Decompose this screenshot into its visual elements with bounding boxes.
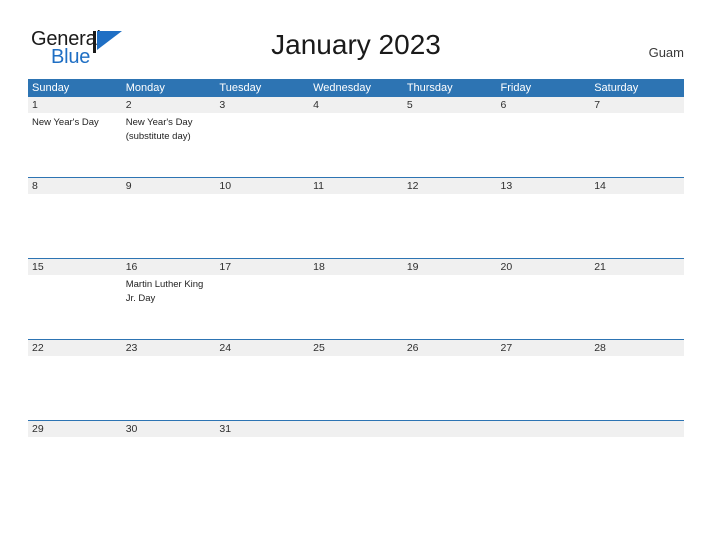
day-number: 17 xyxy=(219,261,232,273)
day-number: 9 xyxy=(125,180,132,192)
calendar-day-cell[interactable]: 25 xyxy=(309,340,403,421)
calendar-week-row: 1 New Year's Day 2 New Year's Day (substitut… xyxy=(28,97,684,178)
calendar-day-cell[interactable]: 21 xyxy=(590,259,684,340)
day-events: New Year's Day (substitute day) xyxy=(126,116,218,143)
day-number: 15 xyxy=(32,261,44,273)
calendar-day-cell[interactable]: 17 xyxy=(215,259,309,340)
calendar-grid: Sunday Monday Tuesday Wednesday Thursday… xyxy=(28,79,684,502)
holiday-label: Jr. Day xyxy=(125,292,156,304)
calendar-week-row: 22 23 24 25 26 27 28 xyxy=(28,339,684,421)
calendar-week-row: 8 9 10 11 12 13 14 xyxy=(28,177,684,259)
calendar-day-cell[interactable]: 22 xyxy=(28,340,122,421)
calendar-day-cell[interactable]: 30 xyxy=(122,421,216,502)
calendar-day-cell[interactable]: 7 xyxy=(590,97,684,178)
calendar-week-row: 15 16 Martin Luther King Jr. Day 17 18 19 20 21 xyxy=(28,258,684,340)
calendar-day-cell-empty xyxy=(403,421,497,502)
weekday-header-saturday: Saturday xyxy=(594,82,639,94)
day-number: 25 xyxy=(313,342,325,354)
calendar-day-cell-empty xyxy=(590,421,684,502)
calendar-day-cell-empty xyxy=(497,421,591,502)
calendar-day-cell[interactable]: 10 xyxy=(215,178,309,259)
week-day-cells: 22 23 24 25 26 27 28 xyxy=(28,340,684,421)
day-number: 18 xyxy=(313,261,325,273)
day-number: 19 xyxy=(406,261,419,273)
calendar-day-cell[interactable]: 23 xyxy=(122,340,216,421)
calendar-day-cell[interactable]: 20 xyxy=(497,259,591,340)
calendar-day-cell[interactable]: 6 xyxy=(497,97,591,178)
page-header: General Blue January 2023 Guam xyxy=(0,0,712,78)
day-events: New Year's Day xyxy=(32,116,124,130)
holiday-label: (substitute day) xyxy=(125,130,191,142)
calendar-day-cell[interactable]: 2 New Year's Day (substitute day) xyxy=(122,97,216,178)
calendar-day-cell[interactable]: 24 xyxy=(215,340,309,421)
week-day-cells: 1 New Year's Day 2 New Year's Day (substitut… xyxy=(28,97,684,178)
day-number: 8 xyxy=(32,180,38,192)
day-number: 21 xyxy=(594,261,606,273)
day-number: 23 xyxy=(125,342,138,354)
calendar-week-row: 29 30 31 xyxy=(28,420,684,502)
weekday-header-row: Sunday Monday Tuesday Wednesday Thursday… xyxy=(28,79,684,97)
calendar-day-cell[interactable]: 3 xyxy=(215,97,309,178)
day-number: 11 xyxy=(313,180,325,192)
calendar-day-cell[interactable]: 29 xyxy=(28,421,122,502)
calendar-day-cell[interactable]: 16 Martin Luther King Jr. Day xyxy=(122,259,216,340)
day-number: 6 xyxy=(500,99,507,111)
weekday-header-monday: Monday xyxy=(125,82,165,94)
calendar-day-cell[interactable]: 5 xyxy=(403,97,497,178)
calendar-day-cell[interactable]: 9 xyxy=(122,178,216,259)
page-title: January 2023 xyxy=(271,29,441,60)
holiday-label: New Year's Day xyxy=(32,117,99,128)
day-number: 26 xyxy=(406,342,419,354)
day-number: 12 xyxy=(406,180,419,192)
day-number: 27 xyxy=(500,342,513,354)
day-number: 16 xyxy=(125,261,138,273)
calendar-day-cell[interactable]: 27 xyxy=(497,340,591,421)
day-number: 14 xyxy=(594,180,606,192)
day-number: 13 xyxy=(500,180,513,192)
day-number: 29 xyxy=(32,423,44,435)
calendar-day-cell[interactable]: 8 xyxy=(28,178,122,259)
calendar-day-cell[interactable]: 12 xyxy=(403,178,497,259)
calendar-day-cell[interactable]: 31 xyxy=(215,421,309,502)
day-number: 24 xyxy=(219,342,232,354)
weekday-header-friday: Friday xyxy=(500,82,532,94)
calendar-day-cell[interactable]: 13 xyxy=(497,178,591,259)
calendar-day-cell[interactable]: 15 xyxy=(28,259,122,340)
calendar-day-cell[interactable]: 4 xyxy=(309,97,403,178)
calendar-weeks: 1 New Year's Day 2 New Year's Day (substitut… xyxy=(28,97,684,502)
day-number: 5 xyxy=(406,99,413,111)
weekday-header-tuesday: Tuesday xyxy=(219,82,262,94)
week-day-cells: 8 9 10 11 12 13 14 xyxy=(28,178,684,259)
day-number: 20 xyxy=(500,261,513,273)
calendar-day-cell[interactable]: 18 xyxy=(309,259,403,340)
calendar-day-cell[interactable]: 26 xyxy=(403,340,497,421)
day-number: 22 xyxy=(32,342,44,354)
day-number: 31 xyxy=(219,423,232,435)
weekday-header-wednesday: Wednesday xyxy=(313,82,371,94)
calendar-day-cell-empty xyxy=(309,421,403,502)
day-number: 1 xyxy=(32,99,38,111)
country-label: Guam xyxy=(648,45,684,60)
holiday-label: New Year's Day xyxy=(125,117,193,128)
day-events: Martin Luther King Jr. Day xyxy=(126,278,218,305)
week-day-cells: 29 30 31 xyxy=(28,421,684,502)
calendar-day-cell[interactable]: 14 xyxy=(590,178,684,259)
week-day-cells: 15 16 Martin Luther King Jr. Day 17 18 19 20 21 xyxy=(28,259,684,340)
calendar-day-cell[interactable]: 11 xyxy=(309,178,403,259)
weekday-header-thursday: Thursday xyxy=(406,82,453,94)
day-number: 4 xyxy=(313,99,319,111)
calendar-day-cell[interactable]: 28 xyxy=(590,340,684,421)
day-number: 28 xyxy=(594,342,606,354)
calendar-day-cell[interactable]: 1 New Year's Day xyxy=(28,97,122,178)
day-number: 10 xyxy=(219,180,232,192)
weekday-header-sunday: Sunday xyxy=(32,82,70,94)
day-number: 3 xyxy=(219,99,226,111)
day-number: 30 xyxy=(125,423,138,435)
day-number: 2 xyxy=(125,99,132,111)
day-number: 7 xyxy=(594,99,601,111)
holiday-label: Martin Luther King xyxy=(125,279,204,290)
calendar-day-cell[interactable]: 19 xyxy=(403,259,497,340)
